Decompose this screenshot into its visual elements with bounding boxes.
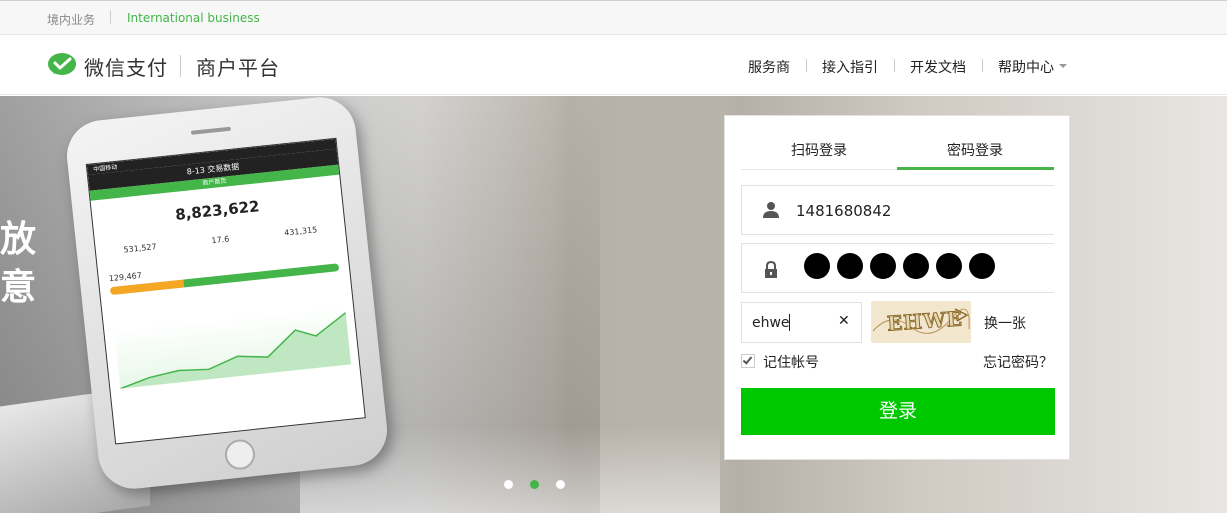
user-icon: [763, 202, 779, 218]
phone-mockup: 中国移动 8-13 交易数据 商户首页 8,823,622 531,527 17…: [63, 96, 391, 493]
tab-qr-login[interactable]: 扫码登录: [791, 140, 847, 160]
nav-integration-guide[interactable]: 接入指引: [822, 57, 878, 77]
nav-divider: [982, 59, 983, 72]
password-dot: [903, 253, 929, 279]
password-dot: [936, 253, 962, 279]
close-icon[interactable]: ✕: [838, 313, 850, 329]
captcha-image[interactable]: EHWE: [871, 301, 971, 343]
banner-headline-char: 放: [0, 219, 37, 260]
nav-help-center[interactable]: 帮助中心: [998, 57, 1054, 77]
lock-icon: [765, 261, 777, 278]
nav-divider: [894, 59, 895, 72]
login-panel: 扫码登录 密码登录 1481680842 ehwe ✕ EHWE 换一张 记住帐…: [724, 115, 1070, 460]
carousel-dot[interactable]: [504, 480, 513, 489]
nav-divider: [806, 59, 807, 72]
phone-area-chart: [114, 304, 352, 390]
domestic-business-link[interactable]: 境内业务: [47, 11, 95, 28]
wechat-pay-logo-icon[interactable]: [47, 52, 77, 78]
remember-label[interactable]: 记住帐号: [763, 352, 819, 372]
nav-dev-docs[interactable]: 开发文档: [910, 57, 966, 77]
text-cursor: [789, 314, 790, 331]
chevron-down-icon[interactable]: [1059, 64, 1067, 68]
nav-service-provider[interactable]: 服务商: [748, 57, 790, 77]
phone-stat: 531,527: [123, 242, 157, 255]
forgot-password-link[interactable]: 忘记密码？: [983, 352, 1053, 372]
phone-speaker: [190, 126, 232, 135]
phone-chart-svg: [120, 312, 352, 390]
login-button[interactable]: 登录: [741, 388, 1055, 435]
password-dot: [969, 253, 995, 279]
top-bar-divider: [110, 10, 111, 24]
brand-divider: [180, 55, 181, 77]
account-input[interactable]: 1481680842: [796, 202, 891, 220]
tab-active-indicator: [897, 167, 1054, 170]
phone-screen: 中国移动 8-13 交易数据 商户首页 8,823,622 531,527 17…: [85, 137, 366, 445]
tab-password-login[interactable]: 密码登录: [947, 140, 1003, 160]
password-field[interactable]: [741, 243, 1054, 293]
phone-home-button: [223, 438, 257, 472]
carousel-dot-active[interactable]: [530, 480, 539, 489]
header: 微信支付 商户平台 服务商 接入指引 开发文档 帮助中心: [0, 35, 1227, 95]
account-field[interactable]: 1481680842: [741, 185, 1054, 235]
checkmark-icon: [742, 354, 753, 365]
phone-stat: 431,315: [283, 225, 318, 238]
phone-stat: 17.6: [211, 234, 230, 246]
remember-checkbox[interactable]: [741, 354, 755, 368]
password-dot: [804, 253, 830, 279]
password-dot: [837, 253, 863, 279]
password-dot: [870, 253, 896, 279]
banner-headline-char: 意: [0, 267, 37, 308]
product-name: 商户平台: [196, 56, 280, 80]
captcha-input[interactable]: ehwe: [752, 315, 790, 331]
captcha-field[interactable]: ehwe ✕: [741, 302, 862, 343]
captcha-refresh-link[interactable]: 换一张: [984, 313, 1026, 333]
top-bar: 境内业务 International business: [0, 0, 1227, 35]
carousel-dot[interactable]: [556, 480, 565, 489]
international-business-link[interactable]: International business: [127, 11, 260, 25]
brand-name[interactable]: 微信支付: [84, 52, 168, 81]
